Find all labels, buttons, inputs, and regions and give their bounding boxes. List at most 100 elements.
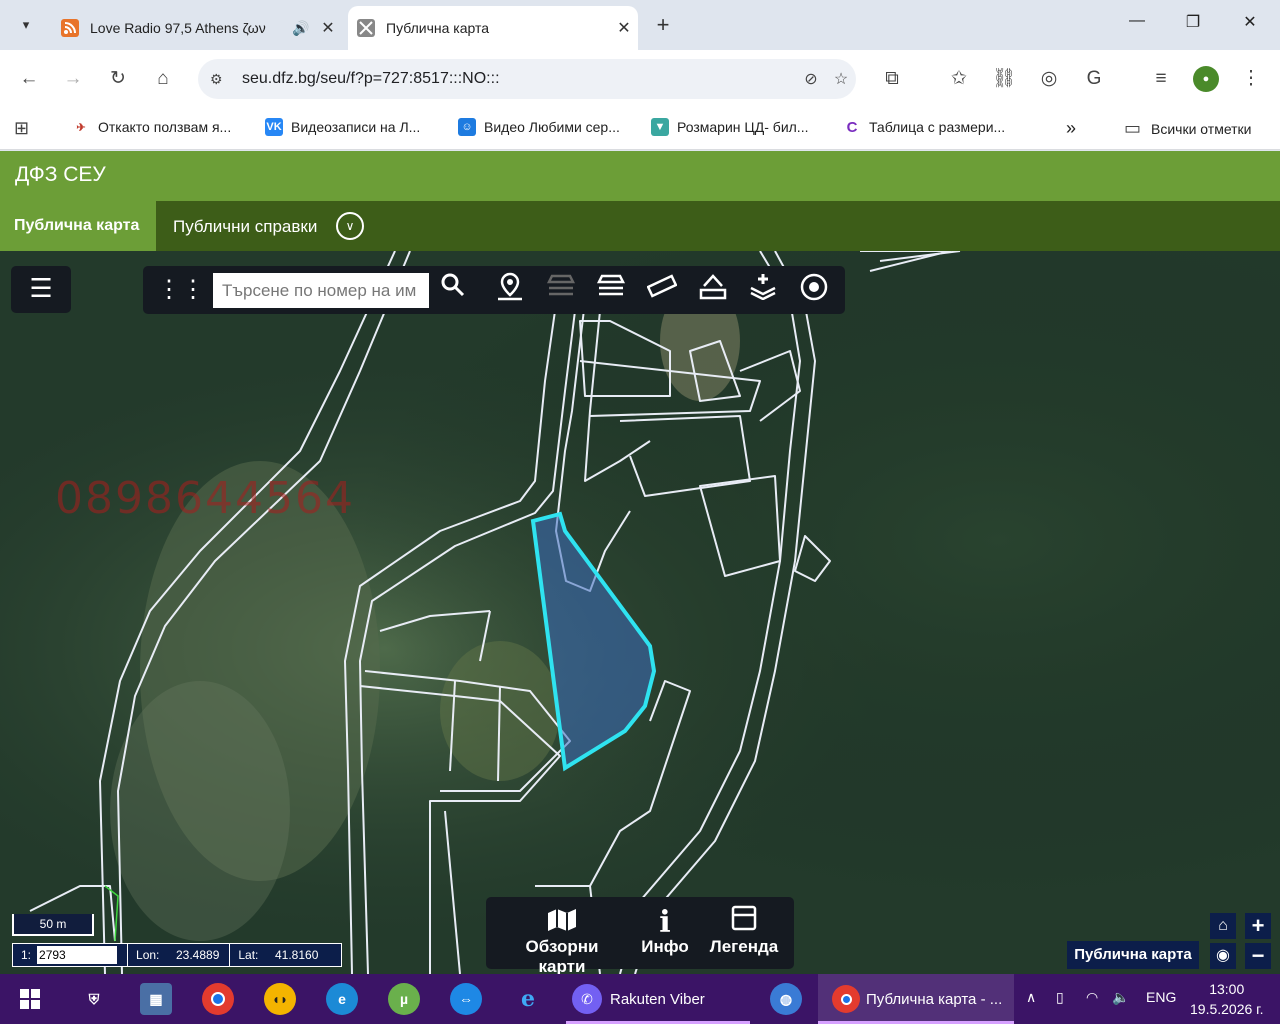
extensions-icon[interactable]: ⧉: [879, 66, 905, 92]
close-window-icon[interactable]: ✕: [1230, 12, 1270, 32]
map-toolbar: ⋮⋮⋮: [143, 266, 845, 314]
map-view[interactable]: ☰ ⋮⋮⋮ 0898644564 50 m 1: 2793: [0, 251, 1280, 974]
location-off-icon[interactable]: ⊘: [796, 69, 826, 89]
bookmark-item[interactable]: ☺ Видео Любими сер...: [458, 118, 620, 136]
hamburger-menu-button[interactable]: ☰: [11, 266, 71, 313]
chrome-icon: [832, 985, 860, 1013]
nav-public-map[interactable]: Публична карта: [0, 201, 156, 251]
favorites-icon[interactable]: ✩: [946, 66, 972, 92]
layers-icon[interactable]: [593, 272, 629, 308]
teamviewer-icon[interactable]: ⇔: [450, 983, 482, 1015]
address-bar[interactable]: ⚙ seu.dfz.bg/seu/f?p=727:8517:::NO::: ⊘ …: [198, 59, 856, 99]
language-indicator[interactable]: ENG: [1146, 989, 1176, 1005]
more-menu-icon[interactable]: ⋮: [1238, 66, 1264, 92]
device-icon[interactable]: ▯: [1056, 989, 1064, 1006]
new-tab-button[interactable]: +: [650, 12, 676, 38]
headphones-icon[interactable]: ◖◗: [264, 983, 296, 1015]
area-measure-icon[interactable]: [695, 272, 731, 308]
vk-icon: VK: [265, 118, 283, 136]
network-globe-icon[interactable]: ◍: [770, 983, 802, 1015]
url-text[interactable]: seu.dfz.bg/seu/f?p=727:8517:::NO:::: [242, 70, 796, 88]
layers-disabled-icon: [543, 272, 579, 308]
lon-label: Lon:: [136, 948, 160, 962]
overview-maps-label: Обзорни карти: [525, 937, 599, 974]
map-bottom-toolbar: Обзорни карти i Инфо Легенда: [486, 897, 794, 974]
viber-icon: ✆: [572, 984, 602, 1014]
restore-icon[interactable]: ❐: [1173, 12, 1213, 32]
scale-input[interactable]: 2793: [37, 946, 118, 964]
taskbar-app-viber[interactable]: ✆ Rakuten Viber: [566, 974, 750, 1024]
chrome-icon[interactable]: [202, 983, 234, 1015]
scale-bar: 50 m: [12, 914, 94, 936]
taskbar-app-label: Публична карта - ...: [866, 990, 1003, 1008]
back-icon[interactable]: ←: [16, 66, 42, 92]
home-extent-icon[interactable]: ⌂: [1210, 913, 1236, 939]
bookmark-item[interactable]: ✈ Откакто ползвам я...: [72, 118, 231, 136]
locate-me-icon[interactable]: [796, 272, 832, 308]
close-tab-icon[interactable]: ✕: [610, 18, 638, 38]
satellite-map[interactable]: [0, 251, 1280, 974]
profile-avatar[interactable]: ●: [1193, 66, 1219, 92]
overview-maps-button[interactable]: Обзорни карти: [500, 905, 624, 974]
apps-grid-icon[interactable]: ⊞: [14, 118, 29, 139]
internet-explorer-icon[interactable]: e: [512, 983, 544, 1015]
bookmark-item[interactable]: VK Видеозаписи на Л...: [265, 118, 420, 136]
legend-icon: [706, 905, 782, 937]
shield-icon: ▼: [651, 118, 669, 136]
chevron-up-icon[interactable]: ∧: [1026, 989, 1036, 1006]
search-input[interactable]: [213, 273, 429, 308]
legend-button[interactable]: Легенда: [706, 905, 782, 957]
bookmark-item[interactable]: C Таблица с размери...: [843, 118, 1006, 136]
link-icon[interactable]: ⛓: [991, 66, 1017, 92]
lon-value: 23.4889: [175, 948, 220, 962]
taskbar-app-chrome[interactable]: Публична карта - ...: [818, 974, 1014, 1024]
zoom-in-button[interactable]: +: [1245, 913, 1271, 939]
edge-icon[interactable]: e: [326, 983, 358, 1015]
tab-title: Love Radio 97,5 Athens ζων: [90, 20, 266, 36]
rss-icon: [60, 18, 80, 38]
coordinate-bar: 1: 2793 Lon: 23.4889 Lat: 41.8160: [12, 943, 342, 967]
windows-start-icon[interactable]: [14, 983, 46, 1015]
tab-love-radio[interactable]: Love Radio 97,5 Athens ζων 🔊 ✕: [52, 6, 342, 50]
security-shield-icon[interactable]: ⛨: [78, 983, 110, 1015]
system-clock[interactable]: 13:00 19.5.2026 г.: [1190, 979, 1263, 1019]
add-layer-icon[interactable]: [745, 272, 781, 308]
ruler-icon[interactable]: [644, 272, 680, 308]
info-icon: i: [659, 905, 671, 940]
utorrent-icon[interactable]: µ: [388, 983, 420, 1015]
close-tab-icon[interactable]: ✕: [314, 18, 342, 38]
home-icon[interactable]: ⌂: [150, 66, 176, 92]
chevron-down-icon[interactable]: ∨: [336, 212, 364, 240]
calculator-icon[interactable]: ▦: [140, 983, 172, 1015]
taskbar-app-label: Rakuten Viber: [610, 990, 705, 1008]
nav-public-reports[interactable]: Публични справки: [173, 217, 317, 237]
speaker-icon[interactable]: 🔊: [292, 20, 314, 37]
bookmark-item[interactable]: ▼ Розмарин ЦД- бил...: [651, 118, 808, 136]
tab-search-button[interactable]: ▾: [9, 8, 43, 42]
reload-icon[interactable]: ↻: [105, 66, 131, 92]
bookmark-star-icon[interactable]: ☆: [826, 69, 856, 89]
location-marker-icon[interactable]: ◉: [1210, 943, 1236, 969]
zoom-out-button[interactable]: −: [1245, 943, 1271, 969]
layer-label: Публична карта: [1067, 941, 1199, 969]
smile-icon: ☺: [458, 118, 476, 136]
wifi-icon[interactable]: ◠: [1086, 989, 1098, 1006]
translate-icon[interactable]: G: [1081, 66, 1107, 92]
screenshot-icon[interactable]: ◎: [1036, 66, 1062, 92]
location-pin-icon[interactable]: [492, 272, 528, 308]
forward-icon[interactable]: →: [60, 66, 86, 92]
app-title: ДФЗ СЕУ: [15, 163, 106, 186]
map-puzzle-icon: [356, 18, 376, 38]
all-bookmarks-folder[interactable]: ▭ Всички отметки: [1124, 118, 1252, 139]
volume-icon[interactable]: 🔈: [1112, 989, 1129, 1006]
all-bookmarks-label: Всички отметки: [1151, 120, 1252, 137]
media-control-icon[interactable]: ≡: [1148, 66, 1174, 92]
tab-public-map[interactable]: Публична карта ✕: [348, 6, 638, 50]
more-bookmarks-button[interactable]: »: [1066, 118, 1076, 139]
minimize-icon[interactable]: —: [1117, 12, 1157, 30]
info-button[interactable]: i Инфо: [636, 905, 694, 957]
divider: [229, 943, 231, 967]
site-info-icon[interactable]: ⚙: [210, 71, 236, 88]
search-icon[interactable]: [435, 272, 471, 308]
c-logo-icon: C: [846, 118, 858, 136]
